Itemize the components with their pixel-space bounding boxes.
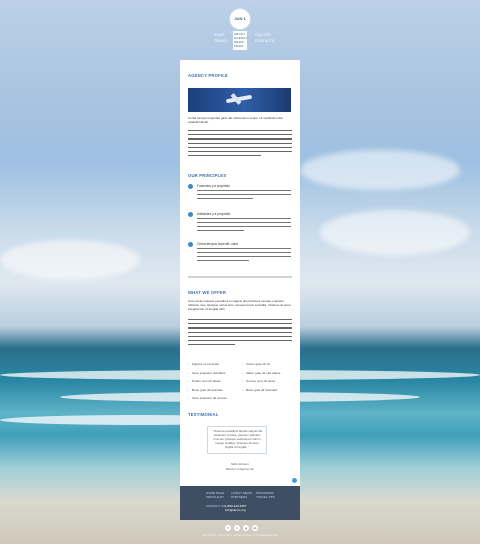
offer-list-item: › Vene praesent doloribus (188, 370, 226, 375)
offer-list-item: › Vivero grae dir vil (242, 362, 270, 366)
facebook-icon[interactable]: f (225, 525, 231, 531)
offer-list-left: › Figures ut vel deste › Vene praesent dol… (188, 360, 227, 403)
offer-list-item: › Zabro grae dir vita adese (242, 370, 281, 375)
footer-col-3: PROGRAMS TRAVEL TIPS (256, 491, 275, 499)
cloud-decoration (320, 210, 470, 255)
section-title-testimonial: TESTIMONIAL (188, 412, 219, 417)
nav-travel[interactable]: TRAVEL (214, 38, 228, 44)
agency-body-text (188, 130, 292, 159)
section-title-offer: WHAT WE OFFER (188, 290, 227, 295)
arrow-circle-icon (188, 242, 193, 247)
nav-contacts[interactable]: CONTACTS (255, 38, 275, 44)
offer-list-item: › Bene gras dir lanostad (242, 387, 277, 392)
offer-list-item: › Figures ut vel deste (188, 362, 220, 366)
footer-link-tips[interactable]: TRAVEL TIPS (256, 495, 275, 499)
offer-list-right: › Vivero grae dir vil › Zabro grae dir vit… (242, 360, 280, 394)
footer-contact: 1-800-123-4567 info@demo.org (225, 504, 246, 512)
footer-col-2: LATEST NEWS PARTNERS (231, 491, 252, 499)
testimonial-quote: " Vivamus penatibus blandit magnis dis p… (207, 426, 267, 454)
footer: HOME PAGE PROFILE MY LATEST NEWS PARTNER… (180, 486, 300, 520)
offer-list-item: › Pudne cum dir allose (188, 379, 221, 383)
airplane-banner-image (188, 88, 291, 112)
footer-link-partners[interactable]: PARTNERS (231, 495, 252, 499)
offer-body-text (188, 319, 292, 348)
agency-intro-text: Cerba tempus imperdiet gavit dat indimen… (188, 116, 283, 125)
principle-text (197, 190, 291, 202)
content-card: AGENCY PROFILE Cerba tempus imperdiet ga… (180, 60, 300, 486)
offer-list-item: › Bene gras dir lanostas (188, 387, 223, 392)
cloud-decoration (300, 150, 460, 190)
offer-list-item: › Vene praesent dit veneso (188, 396, 227, 400)
section-divider (188, 276, 292, 278)
site-logo[interactable]: JUN 1 (229, 8, 251, 30)
offer-list-item: › Comne cum dir alose (242, 379, 276, 383)
linkedin-icon[interactable]: in (252, 525, 258, 531)
footer-link-profile[interactable]: PROFILE MY (206, 495, 224, 499)
arrow-circle-icon (188, 184, 193, 189)
cloud-decoration (0, 240, 140, 280)
testimonial-author: Mark Johnson (231, 462, 249, 466)
footer-contact-label: CONTACT US (206, 504, 226, 508)
principle-text (197, 248, 291, 264)
scroll-to-top-button[interactable] (292, 478, 297, 483)
nav-group-right: GALLERY CONTACTS (255, 32, 275, 44)
copyright-text: Jun1 © 2013 · Privacy Policy · Website t… (202, 535, 278, 537)
footer-email[interactable]: info@demo.org (225, 508, 246, 512)
section-title-principles: OUR PRINCIPLES (188, 173, 227, 178)
nav-about-dropdown[interactable]: ABOUT AGENCY NEWS TEAM (233, 31, 248, 50)
principle-title: Fusientos y a propósito (197, 184, 230, 188)
nav-group-left: HOME TRAVEL (214, 32, 228, 44)
google-plus-icon[interactable]: g (243, 525, 249, 531)
nav-sub-team[interactable]: TEAM (234, 44, 246, 48)
twitter-icon[interactable]: t (234, 525, 240, 531)
principle-title: Cerba tempus imperdit -vanit (197, 242, 238, 246)
principle-title: Adelantes y a propósito (197, 212, 231, 216)
offer-intro-text: Cum sociis natoque penatibus et magnis d… (188, 299, 291, 312)
testimonial-author-role: Director of Agency Ltd. (225, 467, 255, 471)
section-title-agency-profile: AGENCY PROFILE (188, 73, 228, 78)
arrow-circle-icon (188, 212, 193, 217)
principle-text (197, 218, 291, 234)
footer-col-1: HOME PAGE PROFILE MY (206, 491, 224, 499)
